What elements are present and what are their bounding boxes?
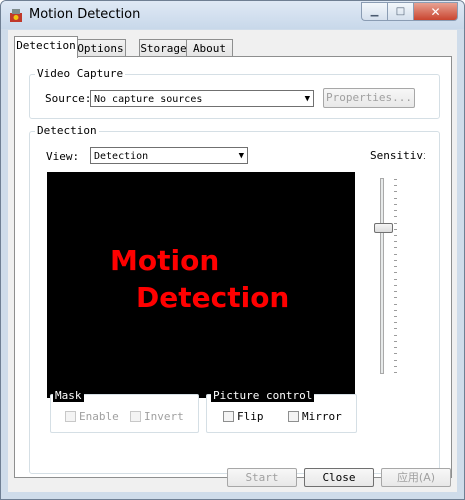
slider-tick	[394, 198, 397, 199]
video-display: Motion Detection	[47, 172, 355, 398]
mirror-label: Mirror	[302, 410, 342, 423]
sensitivity-label: Sensitivi	[370, 149, 425, 162]
slider-tick	[394, 316, 397, 317]
slider-tick	[394, 366, 397, 367]
slider-tick	[394, 229, 397, 230]
caption-buttons: ▁ □ ✕	[361, 2, 458, 21]
tab-detection[interactable]: Detection	[14, 36, 78, 58]
app-icon	[10, 9, 22, 22]
slider-tick	[394, 291, 397, 292]
picture-control-label: Picture control	[211, 389, 315, 402]
slider-tick	[394, 223, 397, 224]
view-label: View:	[46, 150, 80, 163]
tab-label: About	[192, 42, 227, 55]
maximize-button[interactable]: □	[387, 2, 413, 21]
slider-tick	[394, 241, 397, 242]
view-select[interactable]: Detection ▼	[90, 147, 248, 164]
mask-label: Mask	[53, 389, 84, 402]
slider-tick	[394, 204, 397, 205]
tab-label: Options	[77, 42, 124, 55]
properties-label: Properties...	[325, 91, 413, 104]
slider-tick	[394, 216, 397, 217]
invert-checkbox[interactable]	[130, 411, 141, 422]
slider-tick	[394, 297, 397, 298]
video-text-line1: Motion	[110, 244, 220, 277]
flip-label: Flip	[237, 410, 264, 423]
properties-button[interactable]: Properties...	[323, 88, 415, 108]
tab-label: Detection	[16, 39, 76, 52]
slider-tick	[394, 235, 397, 236]
slider-tick	[394, 341, 397, 342]
start-label: Start	[245, 471, 279, 484]
close-button[interactable]: Close	[304, 468, 374, 487]
tab-about[interactable]: About	[186, 39, 233, 57]
minimize-icon: ▁	[370, 6, 379, 17]
slider-tick	[394, 279, 397, 280]
tab-label: Storage	[140, 42, 187, 55]
slider-tick	[394, 191, 397, 192]
slider-tick	[394, 285, 397, 286]
apply-button[interactable]: 应用(A)	[381, 468, 451, 487]
slider-tick	[394, 260, 397, 261]
flip-checkbox[interactable]	[223, 411, 234, 422]
slider-tick	[394, 272, 397, 273]
close-icon: ✕	[430, 4, 441, 19]
maximize-icon: □	[395, 6, 406, 17]
invert-label: Invert	[144, 410, 184, 423]
dialog-client: Options Storage About Detection Video Ca…	[8, 30, 457, 492]
chevron-down-icon: ▼	[304, 94, 310, 104]
minimize-button[interactable]: ▁	[361, 2, 387, 21]
source-select[interactable]: No capture sources ▼	[90, 90, 314, 107]
slider-tick	[394, 360, 397, 361]
slider-tick	[394, 254, 397, 255]
slider-tick	[394, 372, 397, 373]
slider-tick	[394, 266, 397, 267]
slider-tick	[394, 185, 397, 186]
sensitivity-slider-track[interactable]	[380, 178, 384, 374]
mirror-checkbox[interactable]	[288, 411, 299, 422]
slider-tick	[394, 328, 397, 329]
slider-tick	[394, 179, 397, 180]
slider-tick	[394, 210, 397, 211]
source-label: Source:	[45, 92, 92, 105]
window-title: Motion Detection	[29, 7, 141, 22]
slider-tick	[394, 310, 397, 311]
sensitivity-ticks	[394, 179, 398, 373]
close-window-button[interactable]: ✕	[413, 2, 458, 21]
tab-options[interactable]: Options	[75, 39, 126, 57]
main-window: Motion Detection ▁ □ ✕ Options Storage A…	[0, 0, 465, 500]
title-bar[interactable]: Motion Detection ▁ □ ✕	[1, 1, 464, 29]
close-label: Close	[322, 471, 356, 484]
apply-label: 应用(A)	[396, 471, 436, 484]
start-button[interactable]: Start	[227, 468, 297, 487]
slider-tick	[394, 347, 397, 348]
tab-storage[interactable]: Storage	[139, 39, 188, 57]
slider-tick	[394, 247, 397, 248]
sensitivity-slider-thumb[interactable]	[374, 223, 393, 233]
video-capture-label: Video Capture	[35, 67, 126, 80]
slider-tick	[394, 335, 397, 336]
chevron-down-icon: ▼	[238, 151, 244, 161]
enable-label: Enable	[79, 410, 119, 423]
view-value: Detection	[94, 151, 149, 162]
detection-group-label: Detection	[35, 124, 99, 137]
slider-tick	[394, 353, 397, 354]
source-value: No capture sources	[94, 94, 203, 105]
slider-tick	[394, 322, 397, 323]
slider-tick	[394, 304, 397, 305]
video-text-line2: Detection	[136, 281, 290, 314]
enable-checkbox[interactable]	[65, 411, 76, 422]
